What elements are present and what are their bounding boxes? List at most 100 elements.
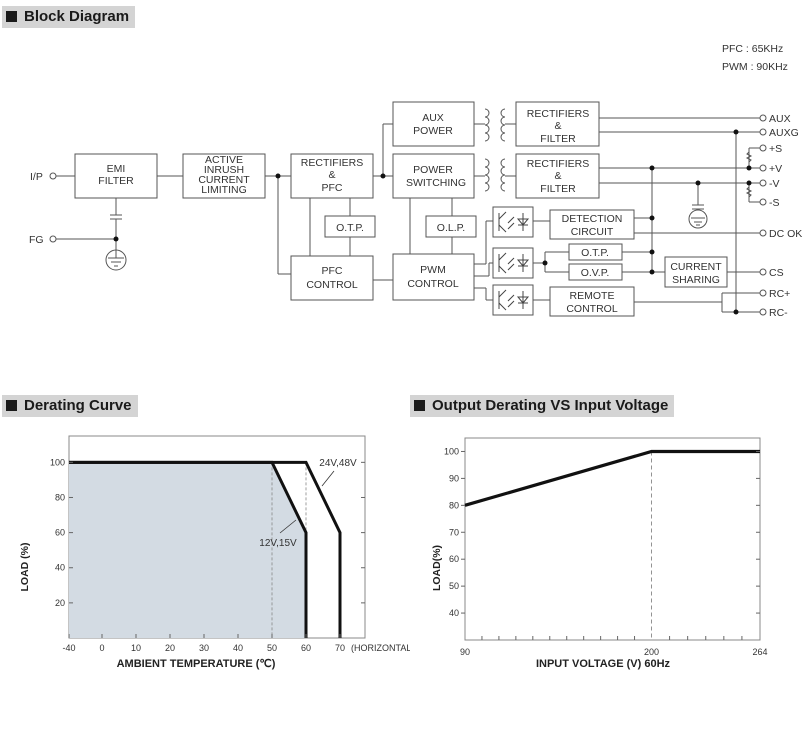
pfc-control-label: CONTROL (306, 279, 357, 291)
detection-label: CIRCUIT (571, 226, 614, 238)
square-bullet-icon (6, 400, 17, 411)
pin-rc-minus: RC- (769, 307, 788, 319)
pwm-control-label: CONTROL (407, 278, 458, 290)
x-axis-label: AMBIENT TEMPERATURE (℃) (117, 658, 276, 670)
pwm-control-label: PWM (420, 264, 446, 276)
y-tick-label: 80 (55, 492, 65, 502)
emi-filter-label: FILTER (98, 175, 134, 187)
output-derating-chart: 40 50 60 70 80 90 100 90 200 264 LOAD(%) INPUT V… (431, 437, 768, 670)
x-tick-label: 200 (644, 647, 659, 657)
pin-aux: AUX (769, 113, 791, 125)
y-tick-label: 100 (444, 446, 459, 456)
x-tick-label: 60 (301, 643, 311, 653)
x-tick-label: 90 (460, 647, 470, 657)
filled-region-12v-15v (69, 462, 306, 638)
y-tick-label: 70 (449, 527, 459, 537)
pin-auxg: AUXG (769, 127, 799, 139)
plot-area (464, 437, 761, 641)
pwm-control-block (392, 253, 475, 301)
pin-cs: CS (769, 267, 784, 279)
y-tick-label: 40 (449, 608, 459, 618)
current-sharing-label: CURRENT (670, 261, 722, 273)
x-tick-label: -40 (62, 643, 75, 653)
pin-minus-s: -S (769, 197, 780, 209)
block-diagram: EMI FILTER ACTIVE INRUSH CURRENT LIMITIN… (29, 43, 802, 319)
inrush-label: LIMITING (201, 184, 247, 196)
terminal-icon (759, 198, 767, 206)
square-bullet-icon (414, 400, 425, 411)
detection-label: DETECTION (562, 213, 623, 225)
power-switching-block (392, 153, 475, 199)
terminal-icon (49, 235, 57, 243)
olp-label: O.L.P. (437, 222, 465, 234)
pin-dc-ok: DC OK (769, 228, 802, 240)
terminal-icon (759, 128, 767, 136)
y-tick-label: 90 (449, 473, 459, 483)
x-tick-label: 20 (165, 643, 175, 653)
derating-curve-chart: 20 40 60 80 100 -40 0 10 20 30 40 50 60 70 12V,15V 2… (19, 435, 410, 670)
x-tick-label: 30 (199, 643, 209, 653)
rectifiers-filter-label: RECTIFIERS (527, 108, 589, 120)
y-tick-label: 80 (449, 500, 459, 510)
y-axis-label: LOAD(%) (431, 545, 443, 591)
rectifiers-filter-label: & (554, 120, 561, 132)
x-tick-label: 70 (335, 643, 345, 653)
emi-filter-label: EMI (107, 163, 126, 175)
power-switching-label: SWITCHING (406, 177, 466, 189)
section-title: Output Derating VS Input Voltage (432, 397, 669, 414)
x-tick-label: 10 (131, 643, 141, 653)
remote-control-label: REMOTE (570, 290, 615, 302)
remote-control-label: CONTROL (566, 303, 617, 315)
ovp-label: O.V.P. (581, 267, 610, 279)
annotation-12v-15v: 12V,15V (259, 538, 297, 549)
terminal-icon (759, 144, 767, 152)
y-tick-label: 60 (449, 554, 459, 564)
pin-plus-s: +S (769, 143, 782, 155)
pfc-frequency-note: PFC : 65KHz (722, 43, 783, 55)
annotation-24v-48v: 24V,48V (319, 458, 357, 469)
y-axis-label: LOAD (%) (19, 543, 31, 592)
y-tick-label: 50 (449, 581, 459, 591)
y-tick-label: 40 (55, 563, 65, 573)
pfc-control-label: PFC (322, 265, 343, 277)
transformer-icon (484, 108, 506, 142)
rectifiers-pfc-label: RECTIFIERS (301, 157, 363, 169)
power-switching-label: POWER (413, 164, 453, 176)
x-axis-label: INPUT VOLTAGE (V) 60Hz (536, 658, 671, 670)
otp-label: O.T.P. (581, 247, 609, 259)
current-sharing-label: SHARING (672, 274, 720, 286)
rectifiers-filter-label: RECTIFIERS (527, 158, 589, 170)
otp-label: O.T.P. (336, 222, 364, 234)
pin-rc-plus: RC+ (769, 288, 790, 300)
pin-plus-v: +V (769, 163, 782, 175)
terminal-icon (759, 268, 767, 276)
rectifiers-filter-label: FILTER (540, 183, 576, 195)
terminal-icon (759, 289, 767, 297)
pin-minus-v: -V (769, 178, 780, 190)
section-header-output-derating: Output Derating VS Input Voltage (410, 395, 675, 417)
aux-power-label: POWER (413, 125, 453, 137)
y-tick-label: 60 (55, 528, 65, 538)
x-tick-label: 264 (752, 647, 767, 657)
terminal-icon (759, 114, 767, 122)
rectifiers-pfc-label: PFC (322, 182, 343, 194)
terminal-icon (759, 308, 767, 316)
rectifiers-filter-label: FILTER (540, 133, 576, 145)
y-tick-label: 100 (50, 457, 65, 467)
section-title: Derating Curve (24, 397, 132, 414)
x-tick-label: 40 (233, 643, 243, 653)
pfc-control-block (290, 255, 374, 301)
aux-power-label: AUX (422, 112, 444, 124)
terminal-icon (759, 229, 767, 237)
pin-fg: FG (29, 234, 44, 246)
rectifiers-pfc-label: & (328, 169, 335, 181)
pwm-frequency-note: PWM : 90KHz (722, 61, 788, 73)
terminal-icon (759, 179, 767, 187)
terminal-icon (759, 164, 767, 172)
transformer-icon (484, 158, 506, 192)
aux-power-block (392, 101, 475, 147)
x-tick-label: 50 (267, 643, 277, 653)
pin-ip: I/P (30, 171, 43, 183)
section-header-derating-curve: Derating Curve (2, 395, 138, 417)
terminal-icon (49, 172, 57, 180)
